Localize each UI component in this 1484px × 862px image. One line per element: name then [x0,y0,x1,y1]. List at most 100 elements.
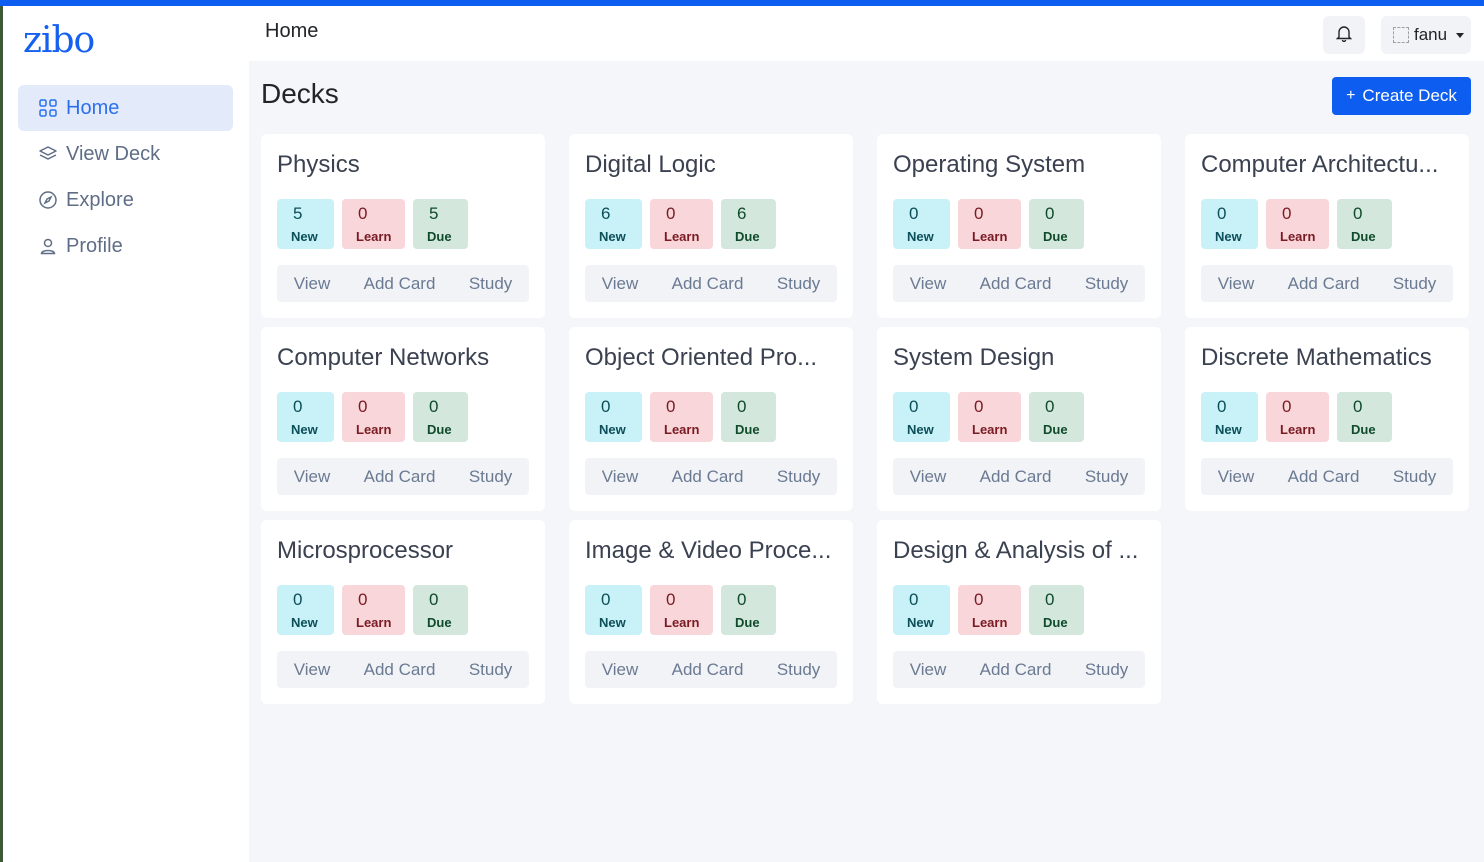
avatar [1393,27,1409,43]
add-card-button[interactable]: Add Card [364,660,436,680]
sidebar-item-profile[interactable]: Profile [18,223,233,269]
deck-actions: View Add Card Study [1201,458,1453,495]
study-button[interactable]: Study [777,274,820,294]
add-card-button[interactable]: Add Card [364,467,436,487]
deck-stats: 0 New 0 Learn 0 Due [893,392,1145,442]
deck-title[interactable]: Operating System [893,150,1145,182]
add-card-button[interactable]: Add Card [672,660,744,680]
study-button[interactable]: Study [1393,467,1436,487]
due-count-badge: 0 Due [1337,392,1392,442]
due-label: Due [427,422,452,437]
deck-stats: 6 New 0 Learn 6 Due [585,199,837,249]
deck-title[interactable]: Computer Networks [277,343,529,375]
notifications-button[interactable] [1323,16,1365,54]
sidebar-item-label: Home [66,96,120,119]
add-card-button[interactable]: Add Card [364,274,436,294]
view-button[interactable]: View [294,274,331,294]
chevron-down-icon [1456,32,1465,38]
view-button[interactable]: View [602,467,639,487]
deck-title[interactable]: System Design [893,343,1145,375]
sidebar: zibo Home View Deck Explore Profile [3,6,249,862]
sidebar-item-view-deck[interactable]: View Deck [18,131,233,177]
due-count-badge: 0 Due [413,585,468,635]
view-button[interactable]: View [910,660,947,680]
layers-icon [38,144,58,164]
learn-count: 0 [358,204,368,223]
study-button[interactable]: Study [1085,467,1128,487]
deck-actions: View Add Card Study [893,265,1145,302]
due-label: Due [735,615,760,630]
study-button[interactable]: Study [469,660,512,680]
deck-actions: View Add Card Study [277,458,529,495]
new-count-badge: 0 New [1201,199,1258,249]
study-button[interactable]: Study [1085,274,1128,294]
new-count: 0 [909,204,919,223]
learn-label: Learn [664,615,700,630]
sidebar-item-home[interactable]: Home [18,85,233,131]
deck-stats: 0 New 0 Learn 0 Due [277,392,529,442]
deck-title[interactable]: Discrete Mathematics [1201,343,1453,375]
deck-stats: 0 New 0 Learn 0 Due [1201,199,1453,249]
user-menu-button[interactable]: fanu [1381,16,1471,54]
due-count: 6 [737,204,747,223]
deck-title[interactable]: Microsprocessor [277,536,529,568]
plus-icon: + [1346,87,1356,104]
deck-card: Design & Analysis of ... 0 New 0 Learn 0… [877,520,1161,704]
sidebar-item-explore[interactable]: Explore [18,177,233,223]
view-button[interactable]: View [602,274,639,294]
new-count: 0 [601,397,611,416]
deck-title[interactable]: Physics [277,150,529,182]
view-button[interactable]: View [910,467,947,487]
deck-title[interactable]: Computer Architectu... [1201,150,1453,182]
study-button[interactable]: Study [1085,660,1128,680]
study-button[interactable]: Study [1393,274,1436,294]
learn-count: 0 [358,397,368,416]
app-logo[interactable]: zibo [23,20,95,61]
study-button[interactable]: Study [469,274,512,294]
view-button[interactable]: View [602,660,639,680]
deck-card: Discrete Mathematics 0 New 0 Learn 0 Due… [1185,327,1469,511]
add-card-button[interactable]: Add Card [980,467,1052,487]
due-count-badge: 0 Due [721,392,776,442]
study-button[interactable]: Study [777,467,820,487]
due-label: Due [1351,229,1376,244]
user-name: fanu [1414,25,1448,44]
learn-count-badge: 0 Learn [1266,199,1329,249]
new-label: New [1215,229,1242,244]
create-deck-button[interactable]: + Create Deck [1332,77,1471,115]
add-card-button[interactable]: Add Card [672,274,744,294]
add-card-button[interactable]: Add Card [1288,274,1360,294]
view-button[interactable]: View [1218,274,1255,294]
view-button[interactable]: View [910,274,947,294]
deck-title[interactable]: Image & Video Proce... [585,536,837,568]
due-label: Due [1043,422,1068,437]
view-button[interactable]: View [294,467,331,487]
deck-stats: 0 New 0 Learn 0 Due [585,585,837,635]
view-button[interactable]: View [294,660,331,680]
add-card-button[interactable]: Add Card [1288,467,1360,487]
add-card-button[interactable]: Add Card [980,274,1052,294]
new-count-badge: 0 New [277,392,334,442]
due-count: 0 [737,397,747,416]
new-count-badge: 0 New [1201,392,1258,442]
due-count: 0 [429,590,439,609]
deck-actions: View Add Card Study [277,265,529,302]
new-count: 0 [293,590,303,609]
due-label: Due [735,422,760,437]
study-button[interactable]: Study [777,660,820,680]
due-label: Due [1043,615,1068,630]
page-title: Decks [261,78,339,109]
deck-title[interactable]: Design & Analysis of ... [893,536,1145,568]
deck-title[interactable]: Object Oriented Pro... [585,343,837,375]
deck-title[interactable]: Digital Logic [585,150,837,182]
new-count: 0 [909,397,919,416]
add-card-button[interactable]: Add Card [980,660,1052,680]
study-button[interactable]: Study [469,467,512,487]
new-count-badge: 0 New [893,199,950,249]
bell-icon [1335,24,1353,47]
due-count-badge: 0 Due [721,585,776,635]
deck-actions: View Add Card Study [893,651,1145,688]
add-card-button[interactable]: Add Card [672,467,744,487]
view-button[interactable]: View [1218,467,1255,487]
due-count-badge: 0 Due [413,392,468,442]
